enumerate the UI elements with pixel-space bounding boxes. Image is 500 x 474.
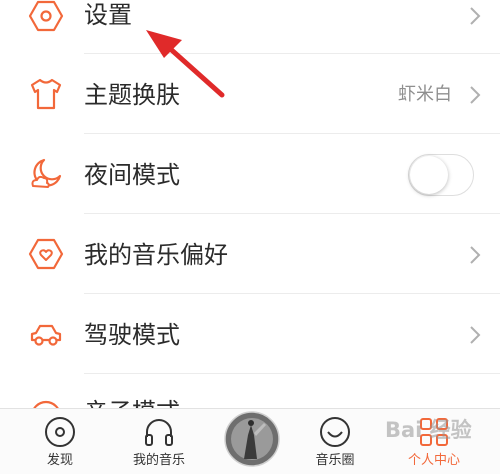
menu-item-night-mode: 夜间模式	[0, 134, 500, 214]
chevron-right-icon	[470, 86, 481, 104]
menu-item-next[interactable]: 亲子模式	[0, 374, 500, 408]
toggle-knob	[410, 156, 448, 194]
tshirt-icon	[30, 78, 62, 110]
hexagon-gear-icon	[28, 0, 64, 32]
theme-value: 虾米白	[398, 84, 452, 105]
moon-cloud-icon	[31, 158, 62, 188]
nav-item-my-music-label: 我的音乐	[132, 453, 185, 468]
menu-item-theme-label: 主题换肤	[84, 81, 180, 109]
menu-item-night-mode-label: 夜间模式	[84, 161, 180, 189]
chevron-right-icon	[470, 246, 481, 264]
nav-item-music-circle-label: 音乐圈	[315, 453, 355, 468]
chevron-right-icon	[470, 7, 481, 25]
menu-item-theme[interactable]: 主题换肤 虾米白	[0, 54, 500, 134]
nav-item-discover-label: 发现	[46, 453, 73, 468]
nav-item-my-music[interactable]: 我的音乐	[114, 409, 204, 474]
nav-item-discover[interactable]: 发现	[15, 409, 105, 474]
nav-item-music-circle[interactable]: 音乐圈	[290, 409, 380, 474]
chevron-right-icon	[470, 326, 481, 344]
menu-item-settings-label: 设置	[84, 1, 132, 29]
now-playing-button[interactable]	[207, 409, 297, 474]
car-icon	[30, 324, 62, 346]
face-icon	[33, 400, 59, 408]
watermark: Bai 经验	[385, 418, 472, 442]
hexagon-heart-icon	[28, 238, 64, 270]
headphones-icon	[145, 419, 173, 446]
menu-item-driving-mode-label: 驾驶模式	[84, 321, 180, 349]
nav-item-profile-label: 个人中心	[407, 453, 460, 468]
menu-item-next-label: 亲子模式	[84, 400, 180, 408]
menu-item-music-preference[interactable]: 我的音乐偏好	[0, 214, 500, 294]
disc-icon	[45, 417, 75, 447]
smiley-icon	[320, 417, 350, 447]
night-mode-toggle[interactable]	[408, 154, 474, 196]
menu-item-driving-mode[interactable]: 驾驶模式	[0, 294, 500, 374]
menu-item-music-preference-label: 我的音乐偏好	[84, 241, 228, 269]
now-playing-cover	[224, 411, 280, 467]
menu-item-settings[interactable]: 设置	[0, 0, 500, 54]
